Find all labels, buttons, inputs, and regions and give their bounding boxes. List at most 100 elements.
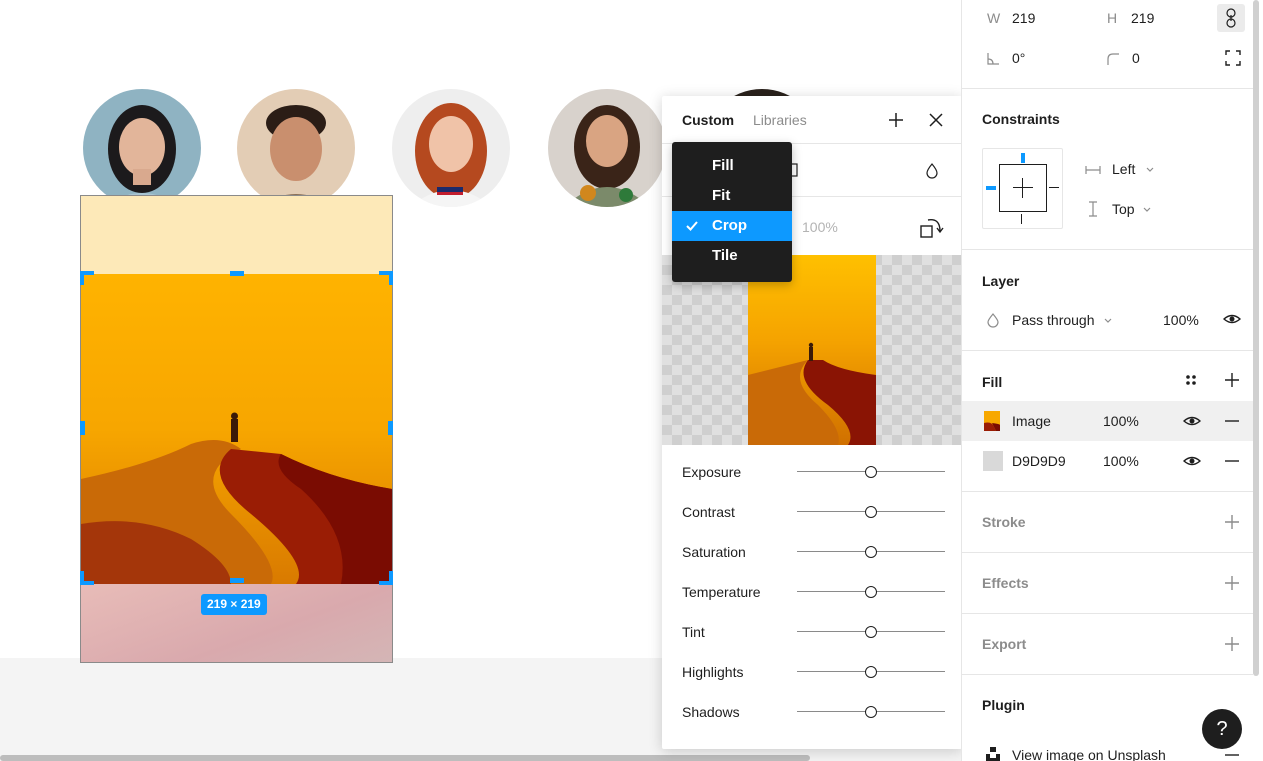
image-preview[interactable] xyxy=(662,255,962,445)
avatar-woman-hoodie[interactable] xyxy=(548,89,666,207)
width-input[interactable]: 219 xyxy=(1012,10,1035,26)
constraints-cross-h xyxy=(1013,187,1033,188)
adjustment-row-saturation: Saturation xyxy=(662,532,962,572)
add-stroke-icon[interactable] xyxy=(1223,513,1241,531)
eye-icon[interactable] xyxy=(1223,310,1241,328)
avatar-man-curly-hair[interactable] xyxy=(237,89,355,207)
remove-fill-icon[interactable] xyxy=(1223,412,1241,430)
constrain-proportions-icon[interactable] xyxy=(1217,4,1245,32)
fill-color-opacity[interactable]: 100% xyxy=(1103,453,1139,469)
close-icon[interactable] xyxy=(924,108,948,132)
crop-corner-top-right-v[interactable] xyxy=(389,271,393,285)
export-section: Export xyxy=(962,614,1253,675)
plus-icon[interactable] xyxy=(884,108,908,132)
constraint-top-pin[interactable] xyxy=(1021,153,1025,163)
vertical-scrollbar[interactable] xyxy=(1253,0,1259,676)
dropdown-item-fit-label: Fit xyxy=(712,187,731,204)
color-swatch[interactable] xyxy=(983,451,1003,471)
tab-custom[interactable]: Custom xyxy=(682,112,734,128)
corner-radius-icon xyxy=(1107,53,1119,65)
chevron-down-icon xyxy=(1143,207,1151,212)
properties-panel: W 219 H 219 0° 0 Constraints Left Top La… xyxy=(961,0,1263,761)
add-export-icon[interactable] xyxy=(1223,635,1241,653)
crop-corner-bottom-left-v[interactable] xyxy=(80,571,84,585)
avatar-woman-red-hair[interactable] xyxy=(392,89,510,207)
constraints-cross-v xyxy=(1022,178,1023,198)
crop-handle-top[interactable] xyxy=(230,271,244,276)
tab-libraries[interactable]: Libraries xyxy=(753,112,807,128)
avatar-woman-hoodie-image xyxy=(548,89,666,207)
add-fill-icon[interactable] xyxy=(1223,371,1241,389)
corner-radius-input[interactable]: 0 xyxy=(1132,50,1140,66)
adjustment-slider-knob[interactable] xyxy=(865,586,877,598)
adjustment-label: Exposure xyxy=(682,464,742,480)
rotate-90-icon[interactable] xyxy=(918,215,946,239)
rotation-input[interactable]: 0° xyxy=(1012,50,1025,66)
constraint-bottom-pin[interactable] xyxy=(1021,214,1022,224)
adjustment-row-contrast: Contrast xyxy=(662,492,962,532)
constraints-title: Constraints xyxy=(982,111,1060,127)
help-button[interactable]: ? xyxy=(1202,709,1242,749)
fill-image-opacity[interactable]: 100% xyxy=(1103,413,1139,429)
dropdown-item-fill[interactable]: Fill xyxy=(672,151,792,181)
adjustment-row-exposure: Exposure xyxy=(662,452,962,492)
adjustment-label: Contrast xyxy=(682,504,735,520)
dropdown-item-fit[interactable]: Fit xyxy=(672,181,792,211)
preview-image xyxy=(748,255,876,445)
dropdown-item-crop[interactable]: Crop xyxy=(672,211,792,241)
selected-frame[interactable] xyxy=(80,195,393,663)
constraints-section: Constraints Left Top xyxy=(962,89,1253,250)
independent-corners-icon[interactable] xyxy=(1224,49,1242,67)
adjustment-label: Saturation xyxy=(682,544,746,560)
rotation-icon xyxy=(987,53,999,65)
vertical-constraint-select[interactable]: Top xyxy=(1112,201,1135,217)
plugin-title: Plugin xyxy=(982,697,1025,713)
dropdown-item-tile[interactable]: Tile xyxy=(672,241,792,271)
fill-item-image[interactable]: Image 100% xyxy=(962,401,1253,441)
adjustment-slider-knob[interactable] xyxy=(865,666,877,678)
dropdown-item-fill-label: Fill xyxy=(712,157,734,174)
horizontal-scrollbar[interactable] xyxy=(0,755,810,761)
fill-title: Fill xyxy=(982,374,1003,390)
eye-icon[interactable] xyxy=(1183,452,1201,470)
constraints-widget[interactable] xyxy=(982,148,1063,229)
blend-drop-icon[interactable] xyxy=(924,161,940,179)
eye-icon[interactable] xyxy=(1183,412,1201,430)
image-opacity-value[interactable]: 100% xyxy=(802,219,838,235)
adjustment-row-tint: Tint xyxy=(662,612,962,652)
constraint-right-pin[interactable] xyxy=(1049,187,1059,188)
style-grid-icon[interactable] xyxy=(1182,371,1200,389)
layer-opacity-input[interactable]: 100% xyxy=(1163,312,1199,328)
crop-handle-left[interactable] xyxy=(80,421,85,435)
horizontal-constraint-select[interactable]: Left xyxy=(1112,161,1135,177)
adjustment-slider-knob[interactable] xyxy=(865,626,877,638)
dimensions-section: W 219 H 219 0° 0 xyxy=(962,0,1253,89)
size-badge: 219 × 219 xyxy=(201,594,267,615)
crop-handle-right[interactable] xyxy=(388,421,393,435)
fill-color-hex[interactable]: D9D9D9 xyxy=(1012,453,1066,469)
crop-handle-bottom[interactable] xyxy=(230,578,244,583)
crop-corner-bottom-right-v[interactable] xyxy=(389,571,393,585)
remove-fill-icon[interactable] xyxy=(1223,452,1241,470)
vertical-constraint-icon xyxy=(1089,201,1097,217)
dropdown-item-crop-label: Crop xyxy=(712,217,747,234)
adjustment-slider-knob[interactable] xyxy=(865,706,877,718)
constraints-box xyxy=(999,164,1047,212)
crop-corner-top-left-v[interactable] xyxy=(80,271,84,285)
adjustment-slider-knob[interactable] xyxy=(865,546,877,558)
adjustment-row-temperature: Temperature xyxy=(662,572,962,612)
fill-item-color[interactable]: D9D9D9 100% xyxy=(962,441,1253,481)
blend-mode-select[interactable]: Pass through xyxy=(1012,312,1095,328)
chevron-down-icon xyxy=(1146,167,1154,172)
image-thumbnail xyxy=(984,411,1000,431)
adjustment-slider-knob[interactable] xyxy=(865,466,877,478)
plugin-item[interactable]: View image on Unsplash xyxy=(1012,747,1166,761)
export-title: Export xyxy=(982,636,1027,652)
adjustment-slider-knob[interactable] xyxy=(865,506,877,518)
add-effect-icon[interactable] xyxy=(1223,574,1241,592)
avatar-woman-dark-hair[interactable] xyxy=(83,89,201,207)
horizontal-constraint-icon xyxy=(1085,166,1101,174)
constraint-left-pin[interactable] xyxy=(986,186,996,190)
adjustment-label: Tint xyxy=(682,624,705,640)
height-input[interactable]: 219 xyxy=(1131,10,1154,26)
